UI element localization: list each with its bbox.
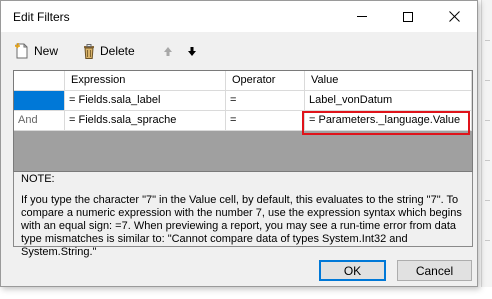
background-ruler bbox=[481, 0, 492, 299]
move-up-button[interactable] bbox=[163, 41, 173, 61]
move-down-button[interactable] bbox=[187, 41, 197, 61]
new-file-icon bbox=[15, 43, 28, 59]
expression-cell[interactable]: = Fields.sala_label bbox=[65, 91, 226, 111]
new-button[interactable]: New bbox=[15, 41, 58, 61]
toolbar: New Delete bbox=[1, 32, 477, 68]
expression-cell[interactable]: = Fields.sala_sprache bbox=[65, 111, 226, 131]
maximize-icon bbox=[403, 11, 413, 22]
note-panel: NOTE: If you type the character "7" in t… bbox=[13, 172, 473, 258]
maximize-button[interactable] bbox=[385, 1, 431, 32]
new-button-label: New bbox=[34, 44, 59, 58]
row-selector-cell[interactable] bbox=[14, 91, 65, 111]
cancel-button[interactable]: Cancel bbox=[397, 260, 472, 281]
operator-cell[interactable]: = bbox=[226, 111, 305, 131]
grid-header-row: Expression Operator Value bbox=[14, 71, 472, 91]
ruler-tick bbox=[485, 80, 490, 81]
title-bar[interactable]: Edit Filters bbox=[1, 1, 477, 32]
ruler-tick bbox=[485, 120, 490, 121]
ruler-tick bbox=[485, 40, 490, 41]
column-header-value[interactable]: Value bbox=[305, 71, 472, 91]
minimize-button[interactable] bbox=[339, 1, 385, 32]
ruler-tick bbox=[485, 160, 490, 161]
edit-filters-dialog: Edit Filters New Delete Expression Opera… bbox=[0, 0, 478, 287]
delete-button-label: Delete bbox=[100, 44, 135, 58]
ok-button[interactable]: OK bbox=[319, 260, 386, 281]
connector-cell[interactable]: And bbox=[14, 111, 65, 131]
dialog-title: Edit Filters bbox=[13, 10, 70, 24]
operator-cell[interactable]: = bbox=[226, 91, 305, 111]
trash-icon bbox=[84, 43, 94, 59]
arrow-up-icon bbox=[164, 46, 172, 56]
filter-grid[interactable]: Expression Operator Value = Fields.sala_… bbox=[13, 70, 473, 172]
table-row[interactable]: = Fields.sala_label = Label_vonDatum bbox=[14, 91, 472, 111]
close-icon bbox=[448, 11, 460, 22]
highlight-box bbox=[302, 111, 470, 135]
minimize-icon bbox=[357, 16, 367, 17]
value-cell[interactable]: Label_vonDatum bbox=[305, 91, 472, 111]
delete-button[interactable]: Delete bbox=[83, 41, 135, 61]
close-button[interactable] bbox=[431, 1, 477, 32]
arrow-down-icon bbox=[188, 46, 196, 56]
background-strip bbox=[0, 287, 492, 299]
ruler-tick bbox=[485, 240, 490, 241]
ruler-tick bbox=[485, 200, 490, 201]
note-title: NOTE: bbox=[21, 173, 55, 185]
note-text: If you type the character "7" in the Val… bbox=[21, 194, 462, 258]
column-header-connector bbox=[14, 71, 65, 91]
column-header-operator[interactable]: Operator bbox=[226, 71, 305, 91]
column-header-expression[interactable]: Expression bbox=[65, 71, 226, 91]
